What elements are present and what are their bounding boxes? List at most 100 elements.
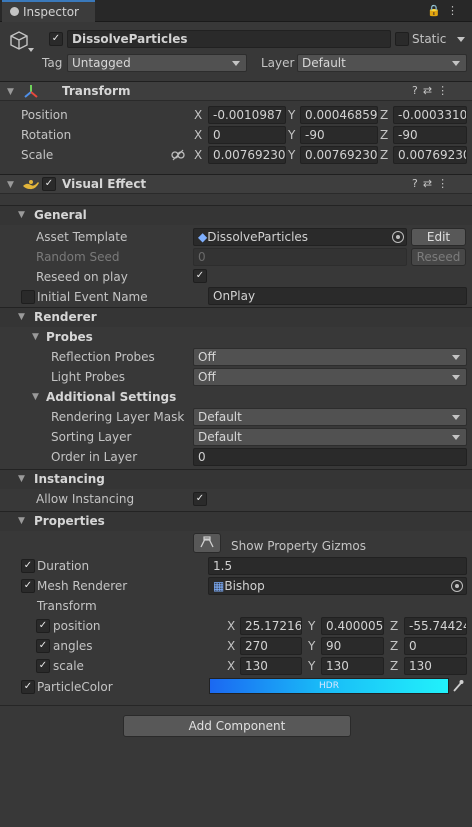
constrain-proportions-icon[interactable] — [171, 149, 185, 164]
reflection-probes-dropdown[interactable]: Off — [193, 348, 467, 366]
help-icon[interactable]: ? — [412, 177, 423, 190]
gameobject-icon-dropdown[interactable] — [28, 48, 34, 52]
foldout-expanded-icon[interactable]: ▼ — [7, 87, 14, 97]
general-section-header[interactable]: ▼ General — [0, 205, 472, 225]
axis-y-label[interactable]: Y — [288, 128, 295, 142]
order-in-layer-field[interactable]: 0 — [193, 448, 467, 466]
position-override-checkbox[interactable]: ✓ — [36, 619, 50, 633]
reseed-button[interactable]: Reseed — [411, 248, 466, 266]
light-probes-dropdown[interactable]: Off — [193, 368, 467, 386]
vfx-position-y-field[interactable]: 0.400005 — [321, 617, 384, 635]
angles-override-checkbox[interactable]: ✓ — [36, 639, 50, 653]
vfx-angles-x-field[interactable]: 270 — [240, 637, 302, 655]
vfx-position-x-field[interactable]: 25.17216 — [240, 617, 302, 635]
foldout-expanded-icon[interactable]: ▼ — [32, 392, 39, 402]
visual-effect-enabled-checkbox[interactable]: ✓ — [42, 177, 56, 191]
vfx-scale-x-field[interactable]: 130 — [240, 657, 302, 675]
axis-z-label[interactable]: Z — [390, 639, 398, 653]
axis-x-label[interactable]: X — [227, 659, 235, 673]
position-z-field[interactable]: -0.0003310 — [393, 106, 467, 124]
foldout-expanded-icon[interactable]: ▼ — [18, 516, 25, 526]
foldout-expanded-icon[interactable]: ▼ — [18, 474, 25, 484]
particle-color-override-checkbox[interactable]: ✓ — [21, 680, 35, 694]
layer-dropdown[interactable]: Default — [297, 54, 467, 72]
rotation-z-field[interactable]: -90 — [393, 126, 467, 144]
axis-z-label[interactable]: Z — [380, 108, 388, 122]
allow-instancing-checkbox[interactable]: ✓ — [193, 492, 207, 506]
menu-dots-icon[interactable]: ⋮ — [447, 4, 464, 17]
tag-dropdown[interactable]: Untagged — [67, 54, 247, 72]
axis-x-label[interactable]: X — [194, 108, 202, 122]
foldout-expanded-icon[interactable]: ▼ — [7, 180, 14, 190]
position-y-field[interactable]: 0.00046859 — [300, 106, 378, 124]
axis-x-label[interactable]: X — [227, 639, 235, 653]
axis-y-label[interactable]: Y — [308, 639, 315, 653]
scale-x-field[interactable]: 0.00769230 — [208, 146, 286, 164]
static-checkbox[interactable] — [395, 32, 409, 46]
initial-event-override-checkbox[interactable] — [21, 290, 35, 304]
axis-z-label[interactable]: Z — [390, 619, 398, 633]
rotation-x-field[interactable]: 0 — [208, 126, 286, 144]
axis-y-label[interactable]: Y — [308, 659, 315, 673]
axis-y-label[interactable]: Y — [288, 108, 295, 122]
object-picker-icon[interactable] — [451, 580, 463, 592]
position-x-field[interactable]: -0.0010987 — [208, 106, 286, 124]
vfx-position-z-field[interactable]: -55.74424 — [404, 617, 467, 635]
axis-z-label[interactable]: Z — [380, 128, 388, 142]
gameobject-icon[interactable] — [8, 30, 30, 52]
axis-x-label[interactable]: X — [194, 148, 202, 162]
transform-title: Transform — [62, 84, 131, 98]
asset-template-field[interactable]: ◆DissolveParticles — [193, 228, 407, 246]
foldout-expanded-icon[interactable]: ▼ — [32, 332, 39, 342]
additional-settings-foldout[interactable]: ▼ Additional Settings — [0, 388, 472, 408]
probes-foldout[interactable]: ▼ Probes — [0, 328, 472, 348]
mesh-renderer-field[interactable]: ▦Bishop — [208, 577, 467, 595]
renderer-section-header[interactable]: ▼ Renderer — [0, 307, 472, 327]
duration-override-checkbox[interactable]: ✓ — [21, 559, 35, 573]
rotation-y-field[interactable]: -90 — [300, 126, 378, 144]
menu-dots-icon[interactable]: ⋮ — [437, 177, 453, 190]
instancing-section-header[interactable]: ▼ Instancing — [0, 469, 472, 489]
reseed-on-play-checkbox[interactable]: ✓ — [193, 269, 207, 283]
axis-z-label[interactable]: Z — [390, 659, 398, 673]
gameobject-active-checkbox[interactable]: ✓ — [49, 32, 63, 46]
gizmo-toggle-button[interactable] — [193, 533, 221, 553]
scale-z-field[interactable]: 0.00769230 — [393, 146, 467, 164]
object-picker-icon[interactable] — [392, 231, 404, 243]
sorting-layer-dropdown[interactable]: Default — [193, 428, 467, 446]
random-seed-field[interactable]: 0 — [193, 248, 407, 266]
particle-color-gradient-field[interactable]: HDR — [209, 678, 449, 694]
duration-field[interactable]: 1.5 — [208, 557, 467, 575]
scale-override-checkbox[interactable]: ✓ — [36, 659, 50, 673]
scale-y-field[interactable]: 0.00769230 — [300, 146, 378, 164]
add-component-button[interactable]: Add Component — [123, 715, 351, 737]
static-dropdown-icon[interactable] — [457, 37, 465, 42]
axis-y-label[interactable]: Y — [308, 619, 315, 633]
axis-z-label[interactable]: Z — [380, 148, 388, 162]
vfx-scale-y-field[interactable]: 130 — [321, 657, 384, 675]
transform-header[interactable]: ▼ Transform ?⇄⋮ — [0, 81, 472, 101]
vfx-angles-z-field[interactable]: 0 — [404, 637, 467, 655]
eyedropper-icon[interactable] — [452, 679, 464, 696]
axis-x-label[interactable]: X — [227, 619, 235, 633]
gameobject-name-field[interactable]: DissolveParticles — [67, 30, 391, 48]
edit-button[interactable]: Edit — [411, 228, 466, 246]
menu-dots-icon[interactable]: ⋮ — [437, 84, 453, 97]
rendering-layer-mask-dropdown[interactable]: Default — [193, 408, 467, 426]
vfx-scale-z-field[interactable]: 130 — [404, 657, 467, 675]
initial-event-name-field[interactable]: OnPlay — [208, 287, 467, 305]
show-property-gizmos-label: Show Property Gizmos — [231, 539, 366, 553]
mesh-renderer-override-checkbox[interactable]: ✓ — [21, 579, 35, 593]
foldout-expanded-icon[interactable]: ▼ — [18, 210, 25, 220]
foldout-expanded-icon[interactable]: ▼ — [18, 312, 25, 322]
help-icon[interactable]: ? — [412, 84, 423, 97]
preset-icon[interactable]: ⇄ — [423, 84, 437, 97]
lock-icon[interactable]: 🔒 — [427, 4, 447, 17]
preset-icon[interactable]: ⇄ — [423, 177, 437, 190]
tab-inspector[interactable]: Inspector — [2, 0, 95, 22]
axis-y-label[interactable]: Y — [288, 148, 295, 162]
vfx-angles-y-field[interactable]: 90 — [321, 637, 384, 655]
visual-effect-header[interactable]: ▼ ✓ Visual Effect ?⇄⋮ — [0, 174, 472, 194]
axis-x-label[interactable]: X — [194, 128, 202, 142]
properties-section-header[interactable]: ▼ Properties — [0, 511, 472, 531]
